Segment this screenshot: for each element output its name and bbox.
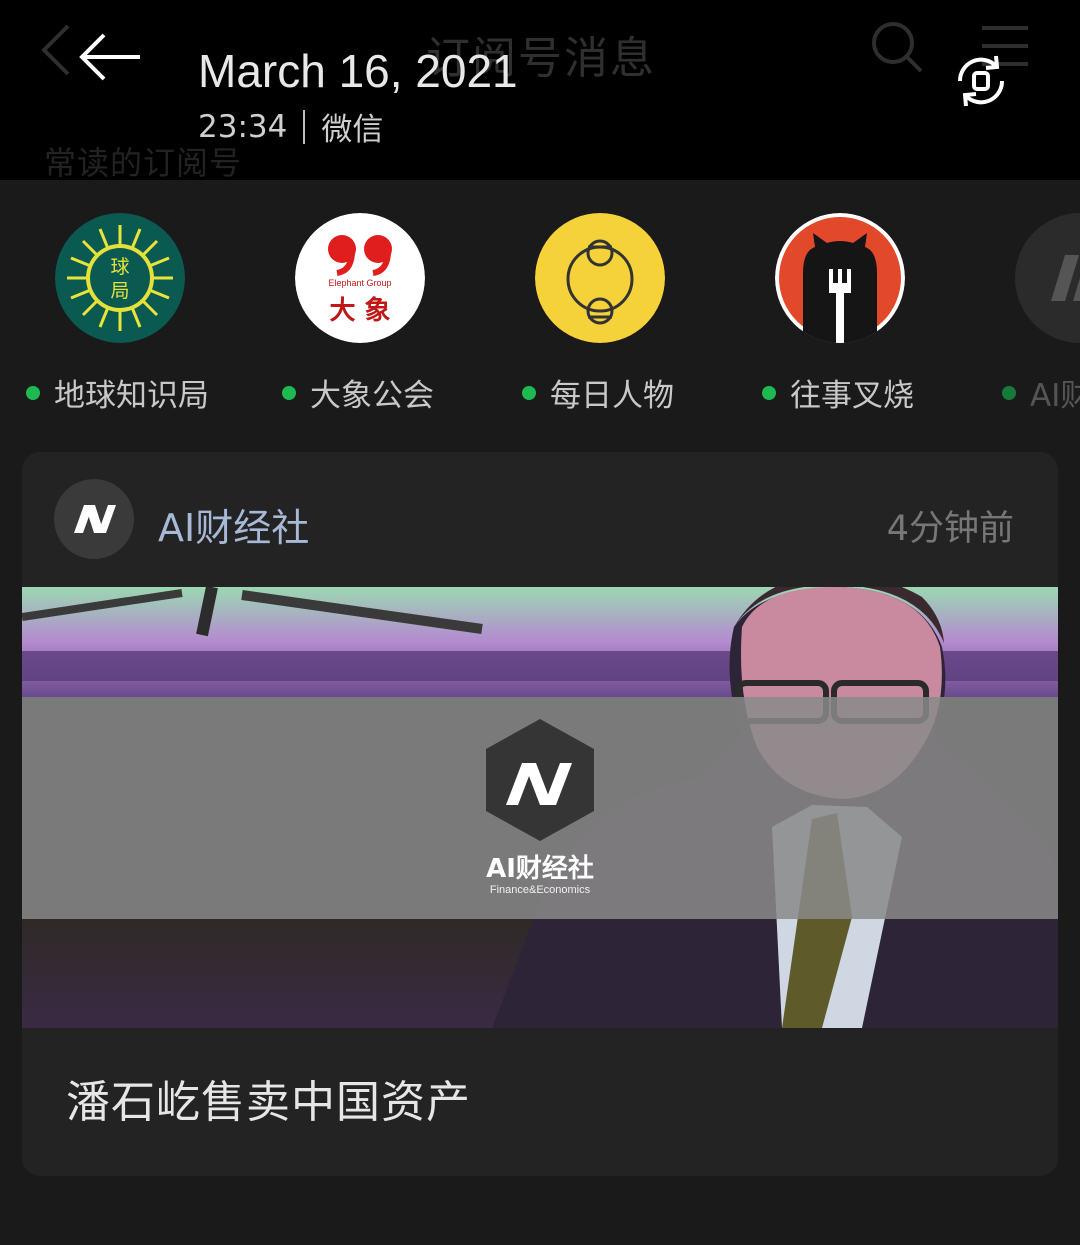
cover-logo-text: AI财经社: [486, 853, 594, 884]
online-dot: [522, 385, 536, 400]
avatar-text-en: Elephant Group: [328, 278, 391, 288]
subscription-label: 往事叉烧: [762, 370, 914, 415]
elephant-group-avatar: Elephant Group 大 象: [295, 213, 425, 343]
subscription-label: AI财: [1002, 370, 1080, 415]
cover-image[interactable]: AI财经社 Finance&Economics: [22, 587, 1058, 1028]
subscription-label: 大象公会: [282, 370, 434, 415]
ai-finance-avatar: [1015, 213, 1080, 343]
account-avatar[interactable]: [54, 479, 134, 559]
avatar-text-2: 局: [110, 280, 129, 302]
subscription-name: 地球知识局: [54, 378, 209, 414]
source-text: 微信: [321, 112, 384, 148]
online-dot: [1002, 385, 1016, 400]
subscription-name: AI财: [1030, 378, 1080, 414]
subscription-name: 每日人物: [550, 378, 674, 414]
time-source-row: 23:34 微信: [198, 104, 383, 149]
back-arrow-icon[interactable]: [78, 32, 144, 82]
rotate-screen-icon[interactable]: [950, 50, 1012, 112]
date-text: March 16, 2021: [198, 45, 518, 97]
avatar-text-cn: 大 象: [329, 295, 390, 326]
online-dot: [26, 385, 40, 400]
divider: [303, 109, 306, 144]
subscription-item[interactable]: AI财: [1002, 205, 1080, 425]
card-header: AI财经社 4分钟前: [22, 452, 1058, 587]
account-name[interactable]: AI财经社: [158, 497, 309, 552]
search-icon[interactable]: [870, 20, 924, 74]
time-text: 23:34: [198, 108, 288, 145]
subscription-item[interactable]: 球 局 地球知识局: [26, 205, 266, 425]
post-time: 4分钟前: [886, 509, 1014, 549]
frequent-subscriptions: 球 局 地球知识局 Elephant Group 大 象 大象公会 每日人物 往…: [0, 205, 1080, 425]
subscription-item[interactable]: Elephant Group 大 象 大象公会: [282, 205, 522, 425]
subscription-label: 每日人物: [522, 370, 674, 415]
earth-knowledge-avatar: 球 局: [55, 213, 185, 343]
subscription-item[interactable]: 往事叉烧: [762, 205, 1002, 425]
cover-logo-subtext: Finance&Economics: [490, 884, 591, 896]
subscription-name: 大象公会: [310, 378, 434, 414]
avatar-text-1: 球: [110, 256, 129, 278]
article-card[interactable]: AI财经社 4分钟前 AI财经社 Finance&Economics 潘石屹售卖…: [22, 452, 1058, 1176]
header-overlay: 订阅号消息 常读的订阅号 March 16, 2021 23:34 微信: [0, 0, 1080, 182]
chevron-left-icon: [41, 24, 70, 76]
subscription-label: 地球知识局: [26, 370, 209, 415]
online-dot: [762, 385, 776, 400]
subscription-item[interactable]: 每日人物: [522, 205, 762, 425]
daily-people-avatar: [535, 213, 665, 343]
article-headline[interactable]: 潘石屹售卖中国资产: [66, 1066, 471, 1130]
online-dot: [282, 385, 296, 400]
past-charsiu-avatar: [775, 213, 905, 343]
subscription-name: 往事叉烧: [790, 378, 914, 414]
